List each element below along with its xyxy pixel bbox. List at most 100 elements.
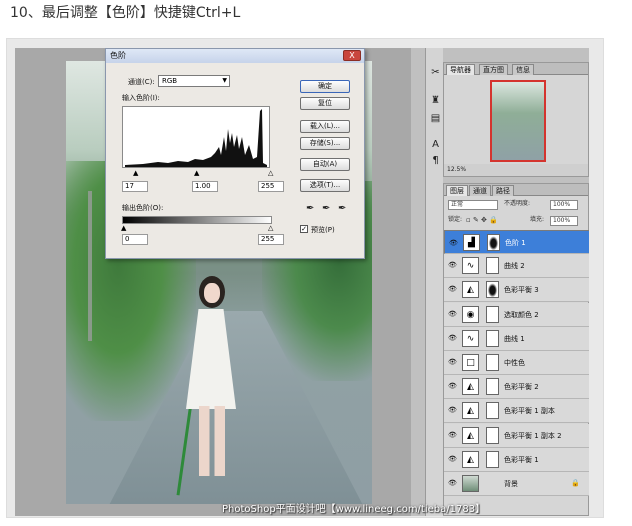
layer-row[interactable]: 👁 ◭ 色彩平衡 2 [444, 375, 589, 400]
stamp-tool-icon[interactable]: ♜ [429, 94, 442, 107]
input-white-field[interactable]: 255 [258, 181, 284, 192]
histogram-graph [125, 109, 267, 167]
preview-checkbox[interactable]: ✓ [300, 225, 308, 233]
channel-value: RGB [162, 77, 178, 85]
photoshop-screenshot: 色阶 X 通道(C): RGB ▼ 输入色阶(I): ▲ ▲ △ 17 1.00… [15, 48, 589, 516]
layer-row[interactable]: 👁 ▟ 色阶 1 [444, 230, 589, 254]
layer-mask-thumb[interactable] [486, 329, 499, 347]
white-eyedropper-icon[interactable]: ✒ [338, 203, 346, 214]
eye-icon[interactable]: 👁 [448, 285, 457, 293]
crop-tool-icon[interactable]: ✂ [429, 66, 442, 79]
reset-button[interactable]: 复位 [300, 97, 350, 110]
eye-icon[interactable]: 👁 [449, 238, 458, 248]
eye-icon[interactable]: 👁 [448, 455, 457, 463]
fill-field[interactable]: 100% [550, 216, 578, 226]
channel-label: 通道(C): [128, 78, 155, 86]
type-tool-icon[interactable]: A [429, 138, 442, 151]
layer-name: 色阶 1 [505, 239, 526, 247]
navigator-tabs: 导航器 直方图 信息 [444, 63, 588, 75]
blend-mode-select[interactable]: 正常 [448, 200, 498, 210]
layer-row[interactable]: 👁 ◭ 色彩平衡 1 [444, 447, 589, 472]
paragraph-icon[interactable]: ¶ [429, 154, 442, 167]
tab-layers[interactable]: 图层 [446, 185, 468, 196]
layer-mask-thumb[interactable] [486, 402, 499, 420]
layer-mask-thumb[interactable] [486, 378, 499, 396]
layer-mask-thumb[interactable] [486, 354, 499, 371]
output-gradient-bar [122, 216, 272, 224]
eye-icon[interactable]: 👁 [448, 406, 457, 414]
layer-row[interactable]: 👁 ∿ 曲线 2 [444, 254, 589, 279]
black-point-slider-icon[interactable]: ▲ [133, 170, 138, 177]
layer-name: 中性色 [504, 359, 525, 367]
panel-toolstrip: ✂ ♜ ▤ A ¶ [425, 48, 443, 516]
layer-mask-thumb[interactable] [486, 305, 499, 323]
tab-info[interactable]: 信息 [512, 64, 534, 75]
layer-name: 背景 [504, 480, 518, 488]
layer-mask-thumb[interactable] [486, 426, 499, 444]
color-balance-icon: ◭ [462, 402, 479, 420]
layer-row[interactable]: 👁 ◭ 色彩平衡 1 副本 2 [444, 423, 589, 448]
layer-row[interactable]: 👁 ◉ 选取颜色 2 [444, 302, 589, 327]
dialog-titlebar[interactable]: 色阶 X [106, 49, 364, 63]
eye-icon[interactable]: 👁 [448, 431, 457, 439]
eye-icon[interactable]: 👁 [448, 334, 457, 342]
tab-paths[interactable]: 路径 [492, 185, 514, 196]
layer-mask-thumb[interactable] [486, 281, 499, 299]
save-button[interactable]: 存储(S)... [300, 137, 350, 150]
gray-fill-icon: □ [462, 354, 479, 371]
input-black-field[interactable]: 17 [122, 181, 148, 192]
layer-row[interactable]: 👁 ◭ 色彩平衡 3 [444, 278, 589, 303]
close-button[interactable]: X [343, 50, 361, 61]
output-white-slider-icon[interactable]: △ [268, 225, 273, 232]
input-gamma-field[interactable]: 1.00 [192, 181, 218, 192]
navigator-preview[interactable] [490, 80, 546, 162]
curves-icon: ∿ [462, 257, 479, 275]
lamp-pole [88, 191, 92, 341]
layer-mask-thumb[interactable] [486, 257, 499, 275]
layer-row[interactable]: 👁 背景 🔒 [444, 472, 589, 496]
levels-dialog: 色阶 X 通道(C): RGB ▼ 输入色阶(I): ▲ ▲ △ 17 1.00… [105, 48, 365, 259]
color-balance-icon: ◭ [462, 450, 479, 468]
layer-row[interactable]: 👁 ◭ 色彩平衡 1 副本 [444, 399, 589, 424]
load-button[interactable]: 载入(L)... [300, 120, 350, 133]
layer-comps-icon[interactable]: ▤ [429, 112, 442, 125]
output-white-field[interactable]: 255 [258, 234, 284, 245]
layer-name: 曲线 1 [504, 334, 525, 343]
output-black-slider-icon[interactable]: ▲ [121, 225, 126, 232]
lock-icons[interactable]: ▫ ✎ ✥ 🔒 [466, 214, 498, 226]
tab-navigator[interactable]: 导航器 [446, 64, 475, 75]
eye-icon[interactable]: 👁 [448, 479, 457, 487]
eye-icon[interactable]: 👁 [448, 358, 457, 366]
layers-panel: 图层 通道 路径 正常 不透明度: 100% 锁定: ▫ ✎ ✥ 🔒 填充: 1… [443, 183, 589, 516]
tab-histogram[interactable]: 直方图 [479, 64, 508, 75]
navigator-zoom[interactable]: 12.5% [444, 164, 588, 176]
watermark: PhotoShop平面设计吧【www.lineeg.com/tieba/1783… [222, 504, 486, 515]
output-black-field[interactable]: 0 [122, 234, 148, 245]
eye-icon[interactable]: 👁 [448, 382, 457, 390]
levels-icon: ▟ [463, 234, 480, 251]
layer-row[interactable]: 👁 □ 中性色 [444, 351, 589, 375]
black-eyedropper-icon[interactable]: ✒ [306, 203, 314, 214]
selective-color-icon: ◉ [462, 305, 479, 323]
lock-row: 锁定: ▫ ✎ ✥ 🔒 填充: 100% [444, 214, 588, 227]
tab-channels[interactable]: 通道 [469, 185, 491, 196]
eye-icon[interactable]: 👁 [448, 310, 457, 318]
girl-face [204, 283, 220, 303]
girl-legs [199, 406, 225, 476]
white-point-slider-icon[interactable]: △ [268, 170, 273, 177]
lock-icon: 🔒 [571, 479, 580, 487]
ok-button[interactable]: 确定 [300, 80, 350, 93]
layer-name: 色彩平衡 3 [504, 286, 539, 295]
opacity-field[interactable]: 100% [550, 200, 578, 210]
curves-icon: ∿ [462, 329, 479, 347]
layer-name: 色彩平衡 1 [504, 455, 539, 464]
eye-icon[interactable]: 👁 [448, 261, 457, 269]
channel-select[interactable]: RGB ▼ [158, 75, 230, 87]
layer-mask-thumb[interactable] [486, 450, 499, 468]
layer-row[interactable]: 👁 ∿ 曲线 1 [444, 326, 589, 351]
gray-eyedropper-icon[interactable]: ✒ [322, 203, 330, 214]
auto-button[interactable]: 自动(A) [300, 158, 350, 171]
layer-mask-thumb[interactable] [487, 234, 500, 251]
gamma-slider-icon[interactable]: ▲ [194, 170, 199, 177]
options-button[interactable]: 选项(T)... [300, 179, 350, 192]
